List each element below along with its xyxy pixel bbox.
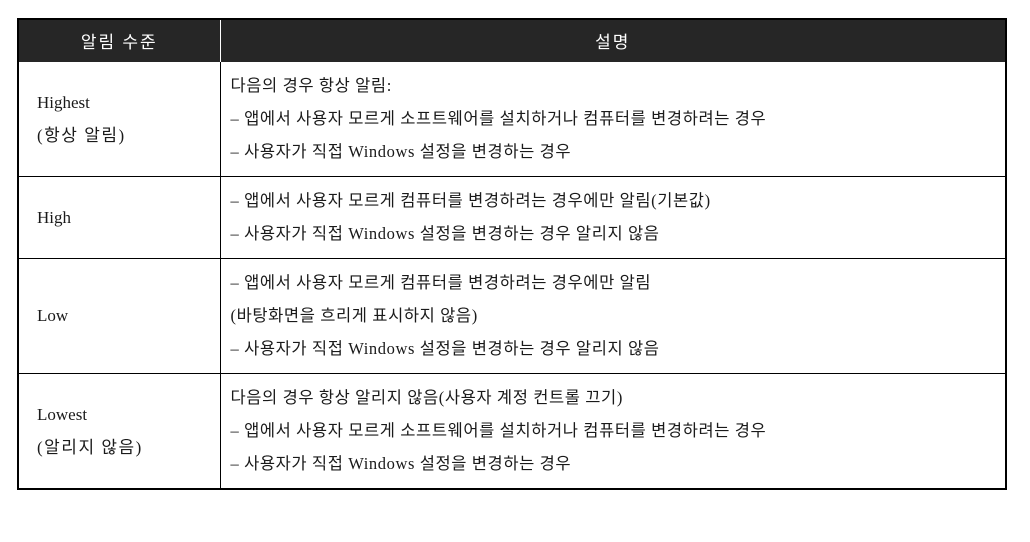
column-header-description: 설명 xyxy=(220,19,1006,62)
description-line: – 사용자가 직접 Windows 설정을 변경하는 경우 알리지 않음 xyxy=(230,339,660,358)
cell-notification-level: Lowest (알리지 않음) xyxy=(18,373,221,489)
description-line: – 사용자가 직접 Windows 설정을 변경하는 경우 xyxy=(230,454,572,473)
cell-description: 다음의 경우 항상 알리지 않음(사용자 계정 컨트롤 끄기) – 앱에서 사용자… xyxy=(220,373,1006,489)
cell-notification-level: Low xyxy=(18,258,221,374)
cell-description: – 앱에서 사용자 모르게 컴퓨터를 변경하려는 경우에만 알림 (바탕화면을 흐… xyxy=(220,258,1006,374)
notification-level-name: High xyxy=(37,207,71,227)
description-line: 다음의 경우 항상 알리지 않음(사용자 계정 컨트롤 끄기) xyxy=(230,388,623,407)
cell-description: 다음의 경우 항상 알림: – 앱에서 사용자 모르게 소프트웨어를 설치하거나 … xyxy=(220,62,1006,177)
notification-level-name: Lowest xyxy=(37,404,88,424)
table-row: Highest (항상 알림) 다음의 경우 항상 알림: – 앱에서 사용자 모르게… xyxy=(18,62,1006,177)
notification-level-name: Low xyxy=(37,306,69,326)
cell-notification-level: High xyxy=(18,176,221,259)
description-line: – 앱에서 사용자 모르게 소프트웨어를 설치하거나 컴퓨터를 변경하려는 경우 xyxy=(230,421,767,440)
description-line: – 앱에서 사용자 모르게 소프트웨어를 설치하거나 컴퓨터를 변경하려는 경우 xyxy=(230,109,767,128)
description-line: – 앱에서 사용자 모르게 컴퓨터를 변경하려는 경우에만 알림(기본값) xyxy=(230,191,711,210)
cell-notification-level: Highest (항상 알림) xyxy=(18,62,221,177)
table-row: Low – 앱에서 사용자 모르게 컴퓨터를 변경하려는 경우에만 알림 (바탕화면… xyxy=(18,258,1006,374)
uac-notification-levels-table: 알림 수준 설명 Highest (항상 알림) 다음의 경우 항상 알림: – 앱에… xyxy=(17,18,1007,490)
cell-description: – 앱에서 사용자 모르게 컴퓨터를 변경하려는 경우에만 알림(기본값) – 사… xyxy=(220,176,1006,259)
description-line: – 앱에서 사용자 모르게 컴퓨터를 변경하려는 경우에만 알림 xyxy=(230,273,652,292)
description-line: 다음의 경우 항상 알림: xyxy=(230,76,392,95)
description-line: (바탕화면을 흐리게 표시하지 않음) xyxy=(230,306,478,325)
table-row: High – 앱에서 사용자 모르게 컴퓨터를 변경하려는 경우에만 알림(기본값… xyxy=(18,176,1006,259)
description-line: – 사용자가 직접 Windows 설정을 변경하는 경우 알리지 않음 xyxy=(230,224,660,243)
notification-level-subtitle: (항상 알림) xyxy=(37,126,126,145)
uac-notification-levels-table-wrapper: 알림 수준 설명 Highest (항상 알림) 다음의 경우 항상 알림: – 앱에… xyxy=(17,18,1007,490)
table-header: 알림 수준 설명 xyxy=(18,19,1006,62)
table-body: Highest (항상 알림) 다음의 경우 항상 알림: – 앱에서 사용자 모르게… xyxy=(18,62,1006,489)
table-row: Lowest (알리지 않음) 다음의 경우 항상 알리지 않음(사용자 계정 컨트… xyxy=(18,373,1006,489)
column-header-level: 알림 수준 xyxy=(18,19,221,62)
page-root: 알림 수준 설명 Highest (항상 알림) 다음의 경우 항상 알림: – 앱에… xyxy=(0,0,1030,542)
notification-level-name: Highest xyxy=(37,92,90,112)
notification-level-subtitle: (알리지 않음) xyxy=(37,438,143,457)
header-row: 알림 수준 설명 xyxy=(18,19,1006,62)
description-line: – 사용자가 직접 Windows 설정을 변경하는 경우 xyxy=(230,142,572,161)
